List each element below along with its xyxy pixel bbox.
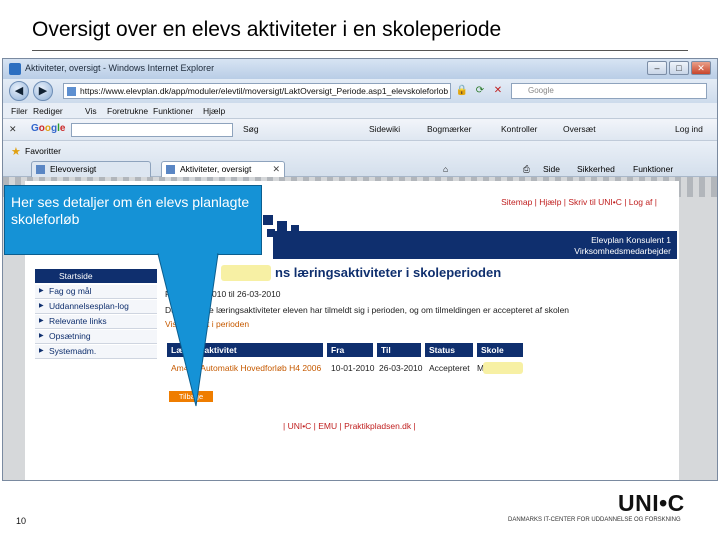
description-start: Du ka — [165, 305, 188, 315]
toolbar-close-icon[interactable]: ✕ — [9, 124, 17, 135]
callout-text: Her ses detaljer om én elevs planlagte s… — [11, 194, 250, 227]
back-arrow-icon[interactable]: ◀ — [9, 81, 29, 101]
tab-label: Aktiviteter, oversigt — [180, 164, 252, 174]
address-text: https://www.elevplan.dk/app/moduler/elev… — [80, 86, 449, 96]
check-button[interactable]: Kontroller — [501, 124, 537, 134]
callout-box: Her ses detaljer om én elevs planlagte s… — [4, 185, 262, 255]
maximize-icon[interactable]: □ — [669, 61, 689, 75]
tab-label: Elevoversigt — [50, 164, 97, 174]
lock-icon[interactable]: 🔒 — [455, 84, 469, 98]
refresh-icon[interactable]: ⟳ — [473, 84, 487, 98]
ie-icon — [9, 63, 21, 75]
tools-menu[interactable]: Funktioner — [633, 164, 673, 174]
see-link[interactable]: t i perioden — [207, 319, 249, 329]
top-links[interactable]: Sitemap | Hjælp | Skriv til UNI•C | Log … — [501, 197, 657, 207]
tab-close-icon[interactable]: ✕ — [272, 162, 280, 176]
sidebar-item-uddannelsesplan[interactable]: Uddannelsesplan-log — [35, 300, 157, 314]
unic-tagline: DANMARKS IT-CENTER FOR UDDANNELSE OG FOR… — [508, 517, 681, 523]
see-link-start[interactable]: Vis udb — [165, 319, 193, 329]
slide: Oversigt over en elevs aktiviteter i en … — [0, 0, 720, 540]
tab-aktiviteter[interactable]: Aktiviteter, oversigt ✕ — [161, 161, 285, 177]
page-icon — [67, 87, 76, 96]
safety-menu[interactable]: Sikkerhed — [577, 164, 615, 174]
tab-page-icon — [36, 165, 45, 174]
close-icon[interactable]: ✕ — [691, 61, 711, 75]
search-input[interactable]: Google — [511, 83, 707, 99]
bookmarks-button[interactable]: Bogmærker — [427, 124, 471, 134]
forward-arrow-icon[interactable]: ▶ — [33, 81, 53, 101]
menu-file[interactable]: Filer — [11, 106, 28, 116]
activity-link[interactable]: Am4h - Automatik Hovedforløb H4 2006 — [171, 363, 321, 373]
cell-status: Accepteret — [429, 363, 470, 373]
description-text: e læringsaktiviteter eleven har tilmeldt… — [209, 305, 570, 315]
sidebar-item-fag[interactable]: Fag og mål — [35, 285, 157, 299]
page-menu[interactable]: Side — [543, 164, 560, 174]
page-number: 10 — [16, 516, 27, 526]
translate-button[interactable]: Oversæt — [563, 124, 596, 134]
title-divider — [32, 50, 688, 51]
stop-icon[interactable]: ✕ — [491, 84, 505, 98]
col-header-status: Status — [425, 343, 473, 357]
print-icon[interactable]: ⎙ — [523, 164, 530, 175]
period-text: 01-2010 til 26-03-2010 — [195, 289, 281, 299]
sign-in-button[interactable]: Log ind — [675, 124, 703, 134]
favorites-button[interactable]: Favoritter — [25, 146, 61, 156]
search-placeholder: Google — [528, 86, 554, 95]
google-toolbar: ✕ Google Søg Sidewiki Bogmærker Kontroll… — [3, 119, 717, 141]
col-header-school: Skole — [477, 343, 523, 357]
favorites-star-icon[interactable]: ★ — [11, 145, 21, 158]
tab-elevoversigt[interactable]: Elevoversigt — [31, 161, 151, 177]
sidebar-item-systemadm[interactable]: Systemadm. — [35, 345, 157, 359]
sidebar-item-links[interactable]: Relevante links — [35, 315, 157, 329]
user-name: Elevplan Konsulent 1 — [591, 235, 671, 245]
address-toolbar: ◀ ▶ https://www.elevplan.dk/app/moduler/… — [3, 79, 717, 103]
user-bar: Elevplan Konsulent 1 Virksomhedsmedarbej… — [273, 231, 677, 259]
menu-edit[interactable]: Rediger — [33, 106, 63, 116]
browser-window: Aktiviteter, oversigt - Windows Internet… — [2, 58, 718, 481]
redacted-school — [483, 362, 523, 374]
col-header-from: Fra — [327, 343, 373, 357]
home-icon[interactable]: ⌂ — [443, 164, 448, 174]
menu-favorites[interactable]: Foretrukne — [107, 106, 148, 116]
sidebar-item-opsaetning[interactable]: Opsætning — [35, 330, 157, 344]
menu-tools[interactable]: Funktioner — [153, 106, 193, 116]
menu-view[interactable]: Vis — [85, 106, 97, 116]
address-input[interactable]: https://www.elevplan.dk/app/moduler/elev… — [63, 83, 451, 99]
google-search-button[interactable]: Søg — [243, 124, 259, 134]
period-label: Peri — [165, 289, 181, 299]
minimize-icon[interactable]: – — [647, 61, 667, 75]
cell-to: 26-03-2010 — [379, 363, 423, 373]
slide-title: Oversigt over en elevs aktiviteter i en … — [32, 18, 502, 41]
menu-help[interactable]: Hjælp — [203, 106, 225, 116]
tab-page-icon — [166, 165, 175, 174]
google-search-input[interactable] — [71, 123, 233, 137]
col-header-to: Til — [377, 343, 421, 357]
redacted-name — [221, 265, 271, 281]
cell-from: 10-01-2010 — [331, 363, 375, 373]
google-logo: Google — [31, 123, 66, 134]
col-header-activity: Læringsaktivitet — [167, 343, 323, 357]
favorites-bar: ★ Favoritter Elevoversigt Aktiviteter, o… — [3, 141, 717, 177]
browser-titlebar[interactable]: Aktiviteter, oversigt - Windows Internet… — [3, 59, 717, 79]
sidewiki-button[interactable]: Sidewiki — [369, 124, 400, 134]
page-heading: ns læringsaktiviteter i skoleperioden — [275, 265, 502, 280]
window-title: Aktiviteter, oversigt - Windows Internet… — [25, 63, 215, 73]
unic-logo: UNI•C — [618, 490, 685, 516]
sidebar-item-startside[interactable]: Startside — [35, 269, 157, 283]
footer-links[interactable]: | UNI•C | EMU | Praktikpladsen.dk | — [283, 421, 416, 431]
back-button[interactable]: Tilbage — [169, 391, 213, 402]
user-role: Virksomhedsmedarbejder — [574, 246, 671, 256]
menu-bar: Filer Rediger Vis Foretrukne Funktioner … — [3, 103, 717, 119]
